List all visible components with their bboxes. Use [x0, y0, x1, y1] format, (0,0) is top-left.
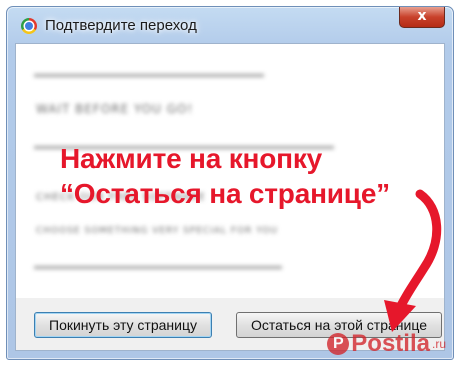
watermark-text: Postila [351, 330, 430, 357]
watermark-domain: .ru [431, 337, 446, 351]
arrow-icon [384, 189, 442, 332]
pin-icon: P [327, 333, 350, 355]
postila-watermark: P Postila .ru [327, 330, 446, 358]
